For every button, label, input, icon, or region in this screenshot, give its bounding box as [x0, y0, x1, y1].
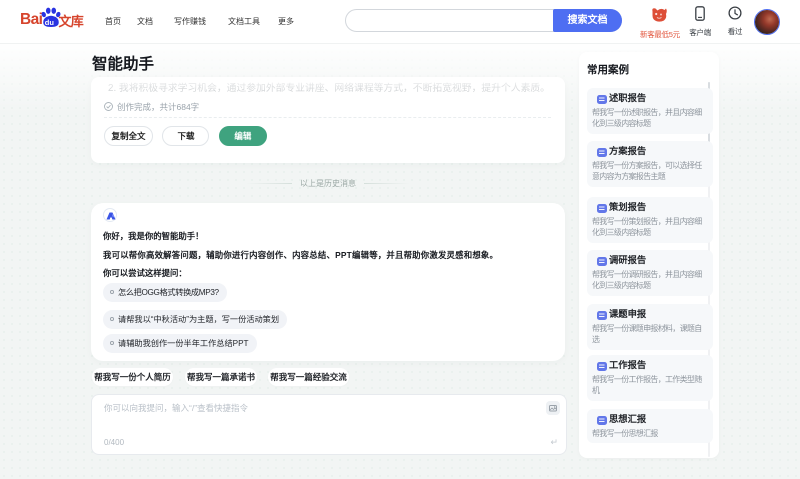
svg-text:du: du — [45, 18, 55, 27]
